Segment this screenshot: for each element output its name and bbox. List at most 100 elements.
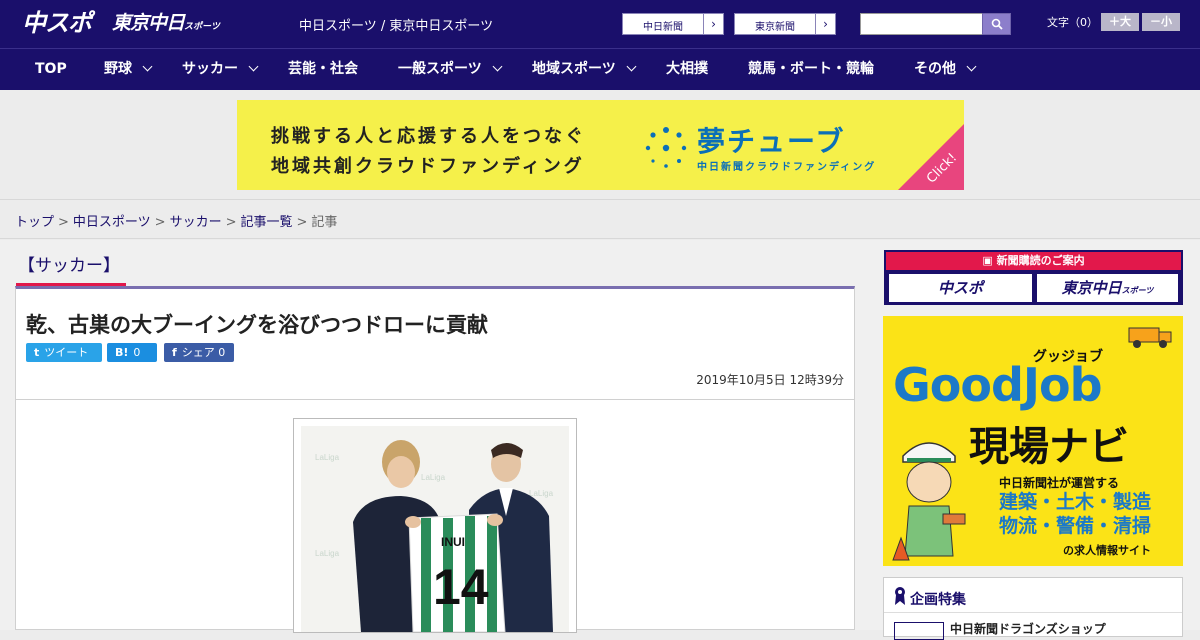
ad-line-2: 地域共創クラウドファンディング [271,156,585,177]
ad-line-1: 挑戦する人と応援する人をつなぐ [271,126,586,147]
facebook-share-count: 0 [218,346,226,359]
subscribe-tokyo-small: スポーツ [1121,286,1154,295]
article-photo: LaLiga LaLiga LaLiga LaLiga INUI 14 [301,426,569,632]
photo-illustration: LaLiga LaLiga LaLiga LaLiga INUI 14 [301,426,569,632]
nav-label: サッカー [182,61,238,77]
goodjob-list: 建築・土木・製造 物流・警備・清掃 [999,490,1151,538]
breadcrumb-bar: トップ > 中日スポーツ > サッカー > 記事一覧 > 記事 [0,200,1200,239]
goodjob-list-2: 物流・警備・清掃 [999,515,1152,537]
main-nav: TOP 野球 サッカー 芸能・社会 一般スポーツ 地域スポーツ 大相撲 競馬・ボ… [0,48,1200,90]
site-links[interactable]: 中日スポーツ / 東京中日スポーツ [299,15,493,34]
breadcrumb-separator: > [58,215,69,230]
chevron-down-icon [492,61,503,72]
nav-item-top[interactable]: TOP [35,49,67,90]
ad-sub: 中日新聞クラウドファンディング [697,162,877,173]
nav-item-general-sports[interactable]: 一般スポーツ [398,49,503,90]
tweet-button[interactable]: t ツイート [26,343,102,362]
tokyo-shimbun-button[interactable]: 東京新聞 › [734,13,836,35]
chevron-down-icon [966,61,977,72]
backdrop-logo-text: LaLiga [421,473,446,482]
nav-label: 地域スポーツ [532,61,616,77]
nav-label: 一般スポーツ [398,61,482,77]
breadcrumb-article-list[interactable]: 記事一覧 [241,215,293,230]
article-title: 乾、古巣の大ブーイングを浴びつつドローに貢献 [26,313,488,337]
feature-item-dragons-shop[interactable]: 中日新聞ドラゴンズショップ [950,620,1106,637]
twitter-icon: t [34,346,40,359]
goodjob-desc: 中日新聞社が運営する [999,476,1120,490]
hatena-bookmark-button[interactable]: B! 0 [107,343,157,362]
jersey-number: 14 [433,559,489,615]
backdrop-logo-text: LaLiga [315,549,340,558]
goodjob-brand: GoodJob [893,358,1103,412]
chevron-down-icon [142,61,153,72]
article-category: 【サッカー】 [18,256,120,276]
breadcrumb-soccer[interactable]: サッカー [170,215,222,230]
subscription-header: ▣ 新聞購読のご案内 [886,252,1181,270]
nav-label: 野球 [104,61,132,77]
breadcrumb-separator: > [225,215,237,230]
facebook-share-label: シェア [181,346,215,359]
nav-item-baseball[interactable]: 野球 [104,49,153,90]
nav-item-sumo[interactable]: 大相撲 [666,49,708,90]
goodjob-foot: の求人情報サイト [1063,544,1151,557]
font-size-decrease-button[interactable]: －小 [1142,13,1180,31]
newspaper-icon: ▣ [982,254,997,267]
logo-chuspo[interactable]: 中スポ [22,8,92,38]
worker-illustration-icon [892,442,966,561]
nav-item-racing[interactable]: 競馬・ボート・競輪 [748,49,874,90]
logo-tokyo-chunichi[interactable]: 東京中日スポーツ [112,8,220,42]
breadcrumb: トップ > 中日スポーツ > サッカー > 記事一覧 > 記事 [15,211,337,230]
breadcrumb-separator: > [296,215,308,230]
breadcrumb-current: 記事 [311,215,338,230]
nav-label: 芸能・社会 [288,61,358,77]
font-size-increase-button[interactable]: ＋大 [1101,13,1139,31]
ad-brand: 夢チューブ [697,125,846,158]
dots-logo-icon [645,127,687,168]
facebook-share-button[interactable]: f シェア 0 [164,343,234,362]
nav-item-soccer[interactable]: サッカー [182,49,259,90]
breadcrumb-separator: > [154,215,166,230]
nav-item-entertainment[interactable]: 芸能・社会 [288,49,358,90]
breadcrumb-chunichi-sports[interactable]: 中日スポーツ [73,215,151,230]
goodjob-list-1: 建築・土木・製造 [999,491,1152,513]
goodjob-ad-banner[interactable]: グッジョブ GoodJob 現場ナビ 中日新聞社が運営する 建築・土木・製造 物… [883,316,1183,566]
subscribe-chuspo-button[interactable]: 中スポ [889,274,1032,302]
yume-tube-ad-banner[interactable]: 挑戦する人と応援する人をつなぐ 地域共創クラウドファンディング 夢チューブ 中日… [237,100,964,190]
font-size-label: 文字（0） [1047,16,1098,29]
backdrop-logo-text: LaLiga [315,453,340,462]
logo-tokyo-small: スポーツ [184,22,220,32]
chunichi-shimbun-button[interactable]: 中日新聞 › [622,13,724,35]
chevron-down-icon [626,61,637,72]
search-button[interactable] [982,13,1011,35]
chunichi-shimbun-label: 中日新聞 [643,22,683,33]
tokyo-shimbun-label: 東京新聞 [755,22,795,33]
feature-box: 企画特集 中日新聞ドラゴンズショップ [883,577,1183,640]
chevron-right-icon: › [703,14,723,34]
chevron-down-icon [248,61,259,72]
top-header: 中スポ 東京中日スポーツ 中日スポーツ / 東京中日スポーツ 中日新聞 › 東京… [0,0,1200,48]
feature-title: 企画特集 [910,592,966,608]
ad-area: 挑戦する人と応援する人をつなぐ 地域共創クラウドファンディング 夢チューブ 中日… [0,90,1200,200]
article-photo-frame[interactable]: LaLiga LaLiga LaLiga LaLiga INUI 14 [293,418,577,633]
publish-date: 2019年10月5日 12時39分 [696,373,844,387]
feature-thumbnail[interactable] [894,622,944,640]
nav-label: 大相撲 [666,61,708,77]
nav-label: その他 [914,61,956,77]
hatena-count: 0 [133,346,141,359]
search-icon [991,18,1003,30]
subscribe-tokyo-chunichi-button[interactable]: 東京中日スポーツ [1037,274,1178,302]
search-input[interactable] [860,13,983,35]
ribbon-icon [895,587,905,605]
nav-item-local-sports[interactable]: 地域スポーツ [532,49,637,90]
subscription-box: ▣ 新聞購読のご案内 中スポ 東京中日スポーツ [884,250,1183,305]
article-card: 乾、古巣の大ブーイングを浴びつつドローに貢献 t ツイート B! 0 f シェア 0 … [15,286,855,633]
feature-divider [884,612,1182,613]
subscribe-tokyo-label: 東京中日 [1061,279,1122,297]
breadcrumb-top[interactable]: トップ [15,215,54,230]
nav-item-others[interactable]: その他 [914,49,977,90]
subscription-header-label: 新聞購読のご案内 [996,254,1085,267]
nav-label: TOP [35,61,67,77]
logo-tokyo-text: 東京中日 [112,12,185,34]
tweet-label: ツイート [44,346,89,359]
truck-icon [1128,327,1172,348]
